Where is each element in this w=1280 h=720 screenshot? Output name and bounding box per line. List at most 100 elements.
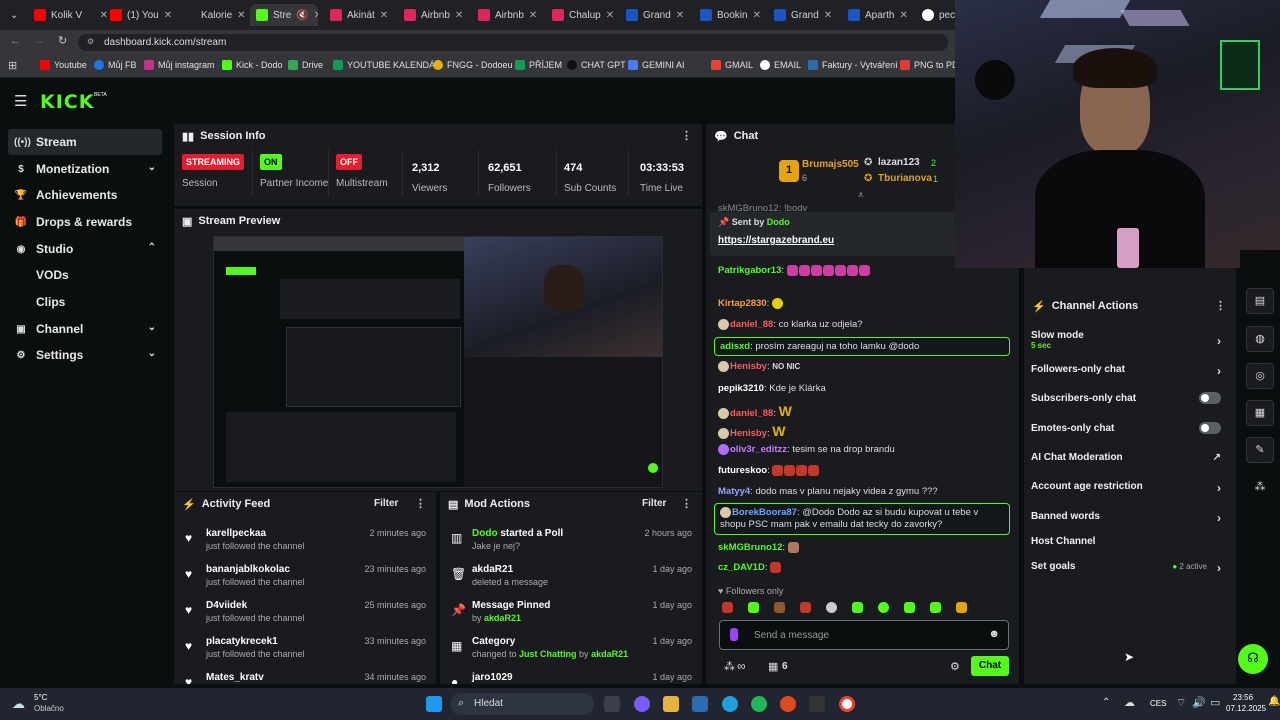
browser-tab[interactable]: pec p — [916, 4, 956, 26]
more-options-icon[interactable]: ⋮ — [1215, 299, 1226, 312]
onedrive-icon[interactable]: ☁ — [1124, 696, 1135, 709]
chevron-up-icon[interactable]: ⌃ — [1102, 697, 1110, 708]
more-options-icon[interactable]: ⋮ — [681, 497, 692, 510]
menu-icon[interactable]: ☰ — [14, 92, 27, 110]
language-indicator[interactable]: CES — [1150, 699, 1166, 708]
ai-moderation-row[interactable]: AI Chat Moderation ↗ — [1031, 452, 1231, 463]
close-icon[interactable]: ✕ — [314, 10, 318, 21]
bookmark[interactable]: PŘÍJEM — [515, 60, 562, 70]
close-icon[interactable]: ✕ — [164, 10, 172, 21]
browser-tab[interactable]: Airbnb ✕ — [472, 4, 542, 26]
sidebar-item-drops[interactable]: 🎁 Drops & rewards — [8, 209, 162, 235]
browser-tab[interactable]: Chalup ✕ — [546, 4, 616, 26]
leader-second-name[interactable]: lazan123 — [878, 157, 920, 168]
task-view-icon[interactable] — [604, 696, 620, 712]
close-icon[interactable]: ✕ — [899, 10, 907, 21]
sidebar-item-stream[interactable]: ((•)) Stream — [8, 129, 162, 155]
points-icon[interactable]: ⁂ — [1246, 475, 1274, 501]
close-icon[interactable]: ✕ — [380, 10, 388, 21]
emote-icon[interactable] — [748, 602, 759, 613]
sidebar-item-channel[interactable]: ▣ Channel ⌄ — [8, 316, 162, 342]
emote-icon[interactable] — [852, 602, 863, 613]
emote-icon[interactable] — [930, 602, 941, 613]
tab-list-button[interactable]: ⌄ — [4, 4, 22, 26]
browser-tab[interactable]: Aparth ✕ — [842, 4, 912, 26]
emotes-only-toggle[interactable] — [1199, 422, 1221, 434]
browser-tab[interactable]: Akinát ✕ — [324, 4, 394, 26]
volume-icon[interactable]: 🔊 — [1192, 696, 1206, 709]
close-icon[interactable]: ✕ — [237, 10, 245, 21]
emote-icon[interactable] — [722, 602, 733, 613]
emote-icon[interactable] — [956, 602, 967, 613]
bookmark[interactable]: YOUTUBE KALENDÁŘ — [333, 60, 442, 70]
reload-icon[interactable]: ↻ — [58, 34, 67, 47]
pinned-link[interactable]: https://stargazebrand.eu — [718, 235, 834, 246]
apps-grid-icon[interactable]: ⊞ — [8, 59, 17, 72]
sidebar-item-clips[interactable]: Clips — [8, 289, 162, 315]
leader-first-name[interactable]: Brumajs505 — [802, 159, 859, 170]
chat-settings-icon[interactable]: ⚙ — [950, 660, 960, 673]
gift-icon[interactable]: ▦ — [768, 660, 778, 673]
wrench-icon[interactable]: ✎ — [1246, 437, 1274, 463]
bookmark[interactable]: Můj instagram — [144, 60, 215, 70]
sidebar-item-studio[interactable]: ◉ Studio ⌃ — [8, 236, 162, 262]
taskbar-search[interactable]: ⌕ Hledat — [450, 693, 594, 715]
spotify-icon[interactable] — [751, 696, 767, 712]
chat-input[interactable]: Send a message ☻ — [719, 620, 1009, 650]
slow-mode-row[interactable]: Slow mode 5 sec › — [1031, 330, 1231, 350]
file-explorer-icon[interactable] — [663, 696, 679, 712]
subscribers-only-toggle[interactable] — [1199, 392, 1221, 404]
notes-icon[interactable]: ▤ — [1246, 288, 1274, 314]
browser-tab[interactable]: Grand ✕ — [768, 4, 838, 26]
sidebar-item-vods[interactable]: VODs — [8, 262, 162, 288]
layout-icon[interactable]: ▦ — [1246, 400, 1274, 426]
emote-icon[interactable] — [878, 602, 889, 613]
browser-tab[interactable]: Bookin ✕ — [694, 4, 764, 26]
more-options-icon[interactable]: ⋮ — [681, 129, 692, 142]
browser-tab[interactable]: Kolik V ✕ — [28, 4, 114, 26]
kick-logo[interactable]: KICK — [40, 91, 94, 113]
browser-tab[interactable]: Airbnb ✕ — [398, 4, 468, 26]
bookmark[interactable]: Kick - Dodo — [222, 60, 283, 70]
clock-date[interactable]: 07.12.2025 — [1226, 704, 1266, 713]
windows-start-icon[interactable] — [426, 696, 442, 712]
forward-icon[interactable]: → — [34, 35, 45, 47]
browser-tab[interactable]: Grand ✕ — [620, 4, 690, 26]
filter-button[interactable]: Filter — [374, 498, 398, 509]
set-goals-row[interactable]: Set goals ● 2 active › — [1031, 561, 1231, 575]
sidebar-item-settings[interactable]: ⚙ Settings ⌄ — [8, 342, 162, 368]
close-icon[interactable]: ✕ — [753, 10, 761, 21]
app-icon[interactable] — [780, 696, 796, 712]
bookmark[interactable]: Drive — [288, 60, 323, 70]
stream-video[interactable] — [213, 236, 663, 488]
bookmark[interactable]: Faktury - Vytváření — [808, 60, 898, 70]
edge-icon[interactable] — [722, 696, 738, 712]
store-icon[interactable] — [692, 696, 708, 712]
bookmark[interactable]: GMAIL — [711, 60, 753, 70]
mute-icon[interactable]: 🔇 — [296, 10, 308, 21]
bookmark[interactable]: Youtube — [40, 60, 87, 70]
bookmark[interactable]: Můj FB — [94, 60, 137, 70]
browser-tab[interactable]: (1) You ✕ — [104, 4, 174, 26]
account-age-row[interactable]: Account age restriction › — [1031, 481, 1231, 495]
emoji-icon[interactable]: ☻ — [988, 628, 1000, 640]
emote-icon[interactable] — [800, 602, 811, 613]
close-icon[interactable]: ✕ — [529, 10, 537, 21]
capcut-icon[interactable] — [809, 696, 825, 712]
emote-icon[interactable] — [826, 602, 837, 613]
close-icon[interactable]: ✕ — [824, 10, 832, 21]
send-chat-button[interactable]: Chat — [971, 656, 1009, 676]
chrome-icon[interactable] — [839, 696, 855, 712]
browser-tab-active[interactable]: Stre 🔇 ✕ — [250, 4, 318, 26]
filter-button[interactable]: Filter — [642, 498, 666, 509]
emote-icon[interactable] — [904, 602, 915, 613]
bookmark[interactable]: GEMINI AI — [628, 60, 685, 70]
copilot-icon[interactable] — [634, 696, 650, 712]
bookmark[interactable]: CHAT GPT — [567, 60, 626, 70]
close-icon[interactable]: ✕ — [455, 10, 463, 21]
close-icon[interactable]: ✕ — [676, 10, 684, 21]
browser-tab[interactable]: Kalorie ✕ — [178, 4, 248, 26]
sidebar-item-achievements[interactable]: 🏆 Achievements — [8, 182, 162, 208]
sidebar-item-monetization[interactable]: $ Monetization ⌄ — [8, 156, 162, 182]
close-icon[interactable]: ✕ — [606, 10, 614, 21]
